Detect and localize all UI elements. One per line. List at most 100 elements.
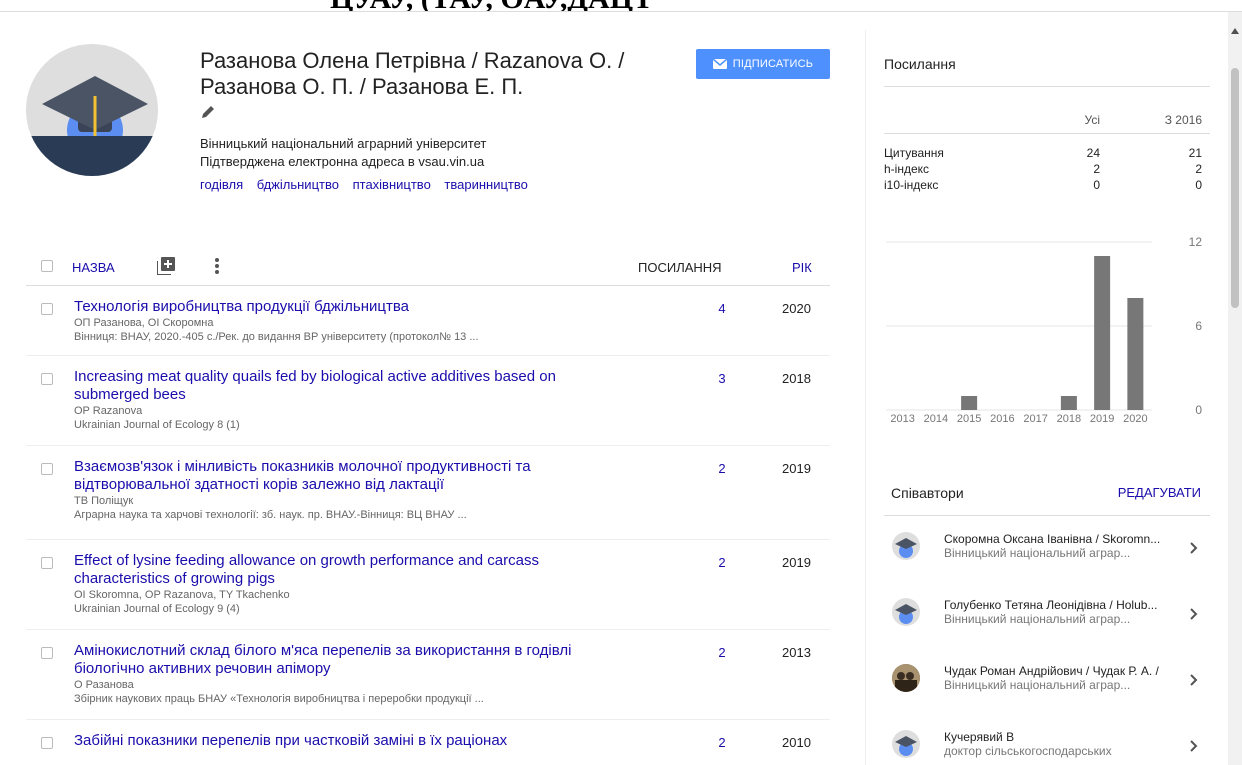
publication-year: 2019 <box>782 555 811 570</box>
chevron-right-icon[interactable] <box>1190 740 1198 752</box>
table-header: НАЗВА ПОСИЛАННЯ РІК <box>26 246 830 286</box>
sort-by-year[interactable]: РІК <box>792 260 812 275</box>
publication-title[interactable]: Increasing meat quality quails fed by bi… <box>74 368 634 404</box>
metrics-col-since: З 2016 <box>1164 113 1202 127</box>
chart-x-tick-label: 2016 <box>990 413 1014 425</box>
coauthor-item[interactable]: Чудак Роман Андрійович / Чудак Р. А. / В… <box>884 648 1210 714</box>
chart-y-tick-label: 6 <box>1195 319 1202 333</box>
publication-venue: Збірник наукових праць БНАУ «Технологія … <box>74 693 484 705</box>
coauthors-edit-link[interactable]: РЕДАГУВАТИ <box>1118 485 1201 500</box>
profile-avatar[interactable] <box>26 44 158 176</box>
profile-name: Разанова Олена Петрівна / Razanova О. / … <box>200 48 625 99</box>
chart-x-tick-label: 2019 <box>1090 413 1114 425</box>
metric-since: 21 <box>1188 146 1202 160</box>
publications-table: НАЗВА ПОСИЛАННЯ РІК Технологія виробницт… <box>26 246 830 760</box>
publication-rows: Технологія виробництва продукції бджільн… <box>26 286 830 760</box>
metric-all: 2 <box>1093 162 1100 176</box>
citation-metrics-table: Усі З 2016 Цитування 24 21 h-індекс 2 2 … <box>884 86 1210 194</box>
add-photo-icon[interactable] <box>26 44 46 62</box>
add-box-icon[interactable] <box>157 257 175 275</box>
publication-cell: Технологія виробництва продукції бджільн… <box>74 298 634 344</box>
metric-since: 0 <box>1195 178 1202 192</box>
row-checkbox[interactable] <box>41 647 53 659</box>
chart-x-tick-label: 2015 <box>957 413 981 425</box>
coauthor-name[interactable]: Чудак Роман Андрійович / Чудак Р. А. / <box>944 664 1174 678</box>
profile-info: Разанова Олена Петрівна / Razanova О. / … <box>200 48 670 192</box>
coauthor-info: Кучерявий В доктор сільськогосподарських <box>944 730 1174 758</box>
citation-count[interactable]: 2 <box>712 735 732 750</box>
coauthor-avatar <box>892 532 920 560</box>
citation-count[interactable]: 2 <box>712 461 732 476</box>
row-checkbox[interactable] <box>41 737 53 749</box>
row-checkbox[interactable] <box>41 557 53 569</box>
chevron-right-icon[interactable] <box>1190 542 1198 554</box>
more-vert-icon[interactable] <box>214 257 220 275</box>
row-checkbox[interactable] <box>41 303 53 315</box>
publication-authors: ТВ Поліщук <box>74 495 134 507</box>
divider <box>884 133 1210 134</box>
follow-button[interactable]: ПІДПИСАТИСЬ <box>696 49 830 79</box>
coauthor-item[interactable]: Скоромна Оксана Іванівна / Skoromn... Ві… <box>884 516 1210 582</box>
coauthor-item[interactable]: Кучерявий В доктор сільськогосподарських <box>884 714 1210 765</box>
coauthor-affiliation: Вінницький національний аграр... <box>944 678 1131 692</box>
publication-cell: Амінокислотний склад білого м'яса перепе… <box>74 642 634 706</box>
edit-pencil-icon[interactable] <box>200 104 216 120</box>
chart-y-tick-label: 12 <box>1189 235 1203 249</box>
scroll-up-arrow-icon[interactable] <box>1231 28 1239 34</box>
row-checkbox[interactable] <box>41 373 53 385</box>
mail-icon <box>712 59 727 69</box>
keyword-link[interactable]: бджільництво <box>257 177 339 192</box>
select-all-checkbox[interactable] <box>41 260 53 272</box>
publication-cell: Взаємозв'язок і мінливість показників мо… <box>74 458 634 522</box>
coauthor-item[interactable]: Голубенко Тетяна Леонідівна / Holub... В… <box>884 582 1210 648</box>
citation-count[interactable]: 4 <box>712 301 732 316</box>
metrics-row-i10-index: i10-індекс 0 0 <box>884 178 1210 194</box>
coauthor-name[interactable]: Скоромна Оксана Іванівна / Skoromn... <box>944 532 1174 546</box>
publication-title[interactable]: Взаємозв'язок і мінливість показників мо… <box>74 458 634 494</box>
publication-authors: О Разанова <box>74 679 134 691</box>
top-banner-text: ЦУАУ, (ТАУ, OАУ,ДАЦТ <box>330 0 653 11</box>
profile-email: Підтверджена електронна адреса в vsau.vi… <box>200 154 485 169</box>
keyword-link[interactable]: годівля <box>200 177 243 192</box>
coauthors-heading: Співавтори <box>891 485 964 501</box>
metrics-col-all: Усі <box>1084 113 1101 127</box>
coauthor-avatar <box>892 598 920 626</box>
metric-label: Цитування <box>884 146 944 160</box>
table-row: Взаємозв'язок і мінливість показників мо… <box>26 446 830 540</box>
graduation-cap-icon <box>895 538 917 558</box>
coauthor-name[interactable]: Голубенко Тетяна Леонідівна / Holub... <box>944 598 1174 612</box>
keyword-link[interactable]: птахівництво <box>353 177 431 192</box>
citation-count[interactable]: 2 <box>712 645 732 660</box>
chart-x-tick-label: 2020 <box>1123 413 1147 425</box>
publication-authors: OI Skoromna, OP Razanova, TY Tkachenko <box>74 589 290 601</box>
metric-all: 24 <box>1086 146 1100 160</box>
row-checkbox[interactable] <box>41 463 53 475</box>
coauthor-info: Чудак Роман Андрійович / Чудак Р. А. / В… <box>944 664 1174 692</box>
citation-count[interactable]: 3 <box>712 371 732 386</box>
graduation-cap-icon <box>895 604 917 624</box>
coauthors-list: Скоромна Оксана Іванівна / Skoromn... Ві… <box>884 516 1210 765</box>
chart-bar-2015[interactable] <box>961 396 978 410</box>
chart-bar-2020[interactable] <box>1127 298 1144 410</box>
coauthor-info: Скоромна Оксана Іванівна / Skoromn... Ві… <box>944 532 1174 560</box>
chart-bar-2019[interactable] <box>1094 256 1111 410</box>
publication-cell: Increasing meat quality quails fed by bi… <box>74 368 634 432</box>
page-scrollbar[interactable] <box>1228 12 1242 765</box>
chart-bar-2018[interactable] <box>1060 396 1077 410</box>
scrollbar-thumb[interactable] <box>1231 68 1239 308</box>
publication-title[interactable]: Амінокислотний склад білого м'яса перепе… <box>74 642 634 678</box>
coauthor-affiliation: Вінницький національний аграр... <box>944 546 1131 560</box>
chevron-right-icon[interactable] <box>1190 674 1198 686</box>
citation-count[interactable]: 2 <box>712 555 732 570</box>
publication-title[interactable]: Effect of lysine feeding allowance on gr… <box>74 552 634 588</box>
publication-title[interactable]: Технологія виробництва продукції бджільн… <box>74 298 634 316</box>
table-row: Технологія виробництва продукції бджільн… <box>26 286 830 356</box>
chart-x-tick-label: 2013 <box>890 413 914 425</box>
sort-by-title[interactable]: НАЗВА <box>72 260 115 275</box>
publication-year: 2013 <box>782 645 811 660</box>
chevron-right-icon[interactable] <box>1190 608 1198 620</box>
publication-title[interactable]: Забійні показники перепелів при часткові… <box>74 732 634 750</box>
coauthor-affiliation: Вінницький національний аграр... <box>944 612 1131 626</box>
coauthor-name[interactable]: Кучерявий В <box>944 730 1174 744</box>
keyword-link[interactable]: тваринництво <box>444 177 527 192</box>
